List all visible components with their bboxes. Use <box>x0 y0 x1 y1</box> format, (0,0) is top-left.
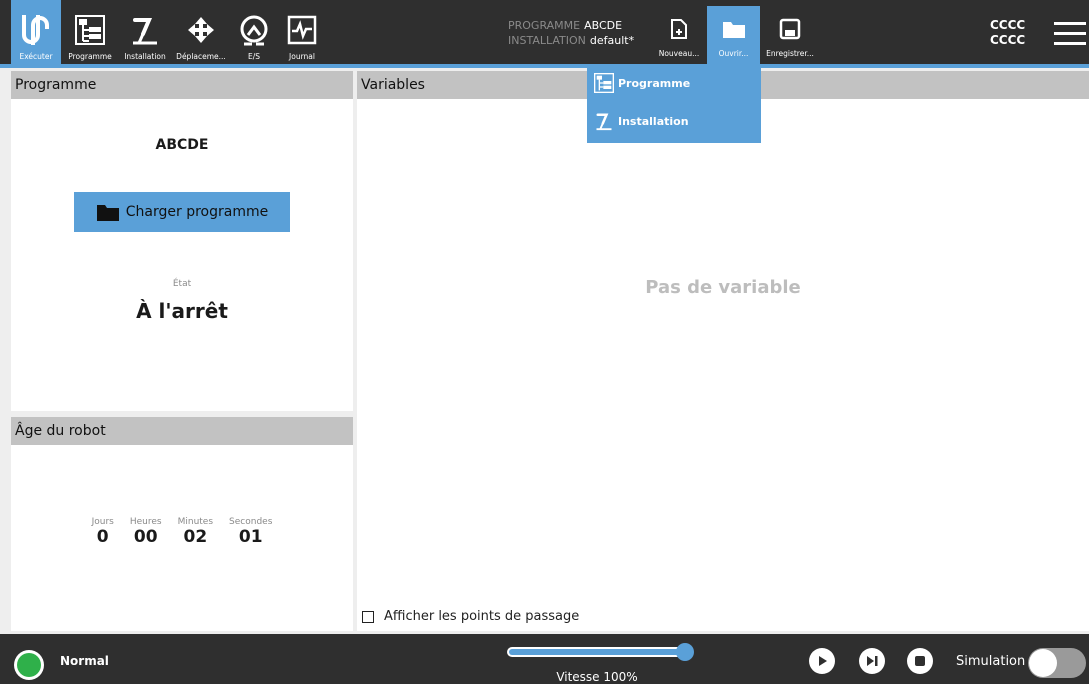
installation-value: default* <box>589 34 635 47</box>
checkbox-box[interactable] <box>362 610 374 623</box>
new-file-icon <box>665 15 693 43</box>
open-button[interactable]: Ouvrir... <box>707 6 760 64</box>
age-hours-label: Heures <box>129 517 162 527</box>
program-info: PROGRAMME ABCDE INSTALLATION default* <box>508 18 634 48</box>
age-hours-value: 00 <box>133 527 158 547</box>
age-minutes-label: Minutes <box>177 517 214 527</box>
move-arrows-icon <box>183 12 219 48</box>
step-button[interactable] <box>859 648 885 674</box>
play-icon <box>819 656 827 666</box>
speed-slider[interactable] <box>507 643 694 661</box>
save-icon <box>776 15 804 43</box>
state-label: État <box>172 279 192 289</box>
state-value: À l'arrêt <box>136 299 228 323</box>
load-program-label: Charger programme <box>125 204 269 220</box>
save-button[interactable]: Enregistrer... <box>762 6 818 64</box>
open-dropdown-menu: Programme Installation <box>587 64 761 143</box>
tab-programme[interactable]: Programme <box>62 0 118 64</box>
age-seconds-value: 01 <box>238 527 263 547</box>
installation-key: INSTALLATION <box>508 34 586 47</box>
dropdown-item-programme[interactable]: Programme <box>593 72 690 94</box>
age-days: Jours 0 <box>92 517 114 547</box>
age-days-label: Jours <box>91 517 114 527</box>
robot-age-panel: Âge du robot Jours 0 Heures 00 Minutes 0… <box>11 417 353 631</box>
io-icon <box>236 12 272 48</box>
program-value: ABCDE <box>584 19 623 32</box>
tab-executer[interactable]: Exécuter <box>11 0 61 64</box>
bottom-bar: Normal Vitesse 100% Simulation <box>0 634 1089 684</box>
programme-panel-title: Programme <box>11 71 353 99</box>
show-waypoints-label: Afficher les points de passage <box>384 609 580 624</box>
tab-deplacement-label: Déplaceme... <box>176 52 226 61</box>
new-button-label: Nouveau... <box>658 49 700 58</box>
hamburger-menu-icon[interactable] <box>1054 20 1086 46</box>
top-bar: Exécuter Programme Installation Déplacem… <box>0 0 1089 64</box>
load-program-button[interactable]: Charger programme <box>74 192 290 232</box>
user-line-2: CCCC <box>990 33 1026 47</box>
tab-installation-label: Installation <box>124 52 166 61</box>
age-minutes: Minutes 02 <box>178 517 213 547</box>
user-block[interactable]: CCCC CCCC <box>990 18 1025 48</box>
speed-slider-handle[interactable] <box>676 643 694 661</box>
tab-journal-label: Journal <box>289 52 315 61</box>
age-seconds: Secondes 01 <box>229 517 272 547</box>
tab-es[interactable]: E/S <box>231 0 277 64</box>
tab-installation[interactable]: Installation <box>119 0 171 64</box>
dropdown-item-installation-label: Installation <box>618 114 689 128</box>
robot-arm-icon <box>593 110 615 132</box>
simulation-label: Simulation <box>956 654 1026 669</box>
status-indicator-icon[interactable] <box>14 650 44 680</box>
program-tree-icon <box>72 12 108 48</box>
stop-button[interactable] <box>907 648 933 674</box>
age-minutes-value: 02 <box>183 527 208 547</box>
programme-panel: Programme ABCDE Charger programme État À… <box>11 71 353 411</box>
no-variable-text: Pas de variable <box>645 277 801 298</box>
speed-text: Vitesse 100% <box>556 670 638 684</box>
stop-icon <box>915 656 925 666</box>
age-row: Jours 0 Heures 00 Minutes 02 Secondes 01 <box>11 517 353 547</box>
ur-logo-icon <box>18 12 54 48</box>
age-seconds-label: Secondes <box>229 517 273 527</box>
user-line-1: CCCC <box>990 18 1026 32</box>
dropdown-item-installation[interactable]: Installation <box>593 110 689 132</box>
play-button[interactable] <box>809 648 835 674</box>
new-button[interactable]: Nouveau... <box>654 6 704 64</box>
dropdown-item-programme-label: Programme <box>618 76 691 90</box>
program-key: PROGRAMME <box>508 19 581 32</box>
tab-es-label: E/S <box>247 52 261 61</box>
tab-deplacement[interactable]: Déplaceme... <box>172 0 230 64</box>
log-chart-icon <box>284 12 320 48</box>
open-button-label: Ouvrir... <box>718 49 749 58</box>
program-tree-icon <box>593 72 615 94</box>
age-hours: Heures 00 <box>130 517 162 547</box>
age-days-value: 0 <box>96 527 109 547</box>
simulation-toggle[interactable] <box>1028 648 1086 678</box>
step-forward-icon <box>867 656 878 666</box>
variables-panel: Variables Pas de variable Afficher les p… <box>357 71 1089 631</box>
folder-icon <box>720 15 748 43</box>
robot-arm-icon <box>127 12 163 48</box>
show-waypoints-checkbox[interactable]: Afficher les points de passage <box>362 609 579 624</box>
tab-journal[interactable]: Journal <box>279 0 325 64</box>
speed-slider-fill <box>509 649 685 655</box>
save-button-label: Enregistrer... <box>766 49 814 58</box>
tab-executer-label: Exécuter <box>19 52 53 61</box>
tab-programme-label: Programme <box>68 52 112 61</box>
header-accent-bar <box>0 64 1089 68</box>
status-text: Normal <box>60 654 109 668</box>
robot-age-title: Âge du robot <box>11 417 353 445</box>
program-name: ABCDE <box>155 137 209 153</box>
folder-icon <box>96 202 120 222</box>
